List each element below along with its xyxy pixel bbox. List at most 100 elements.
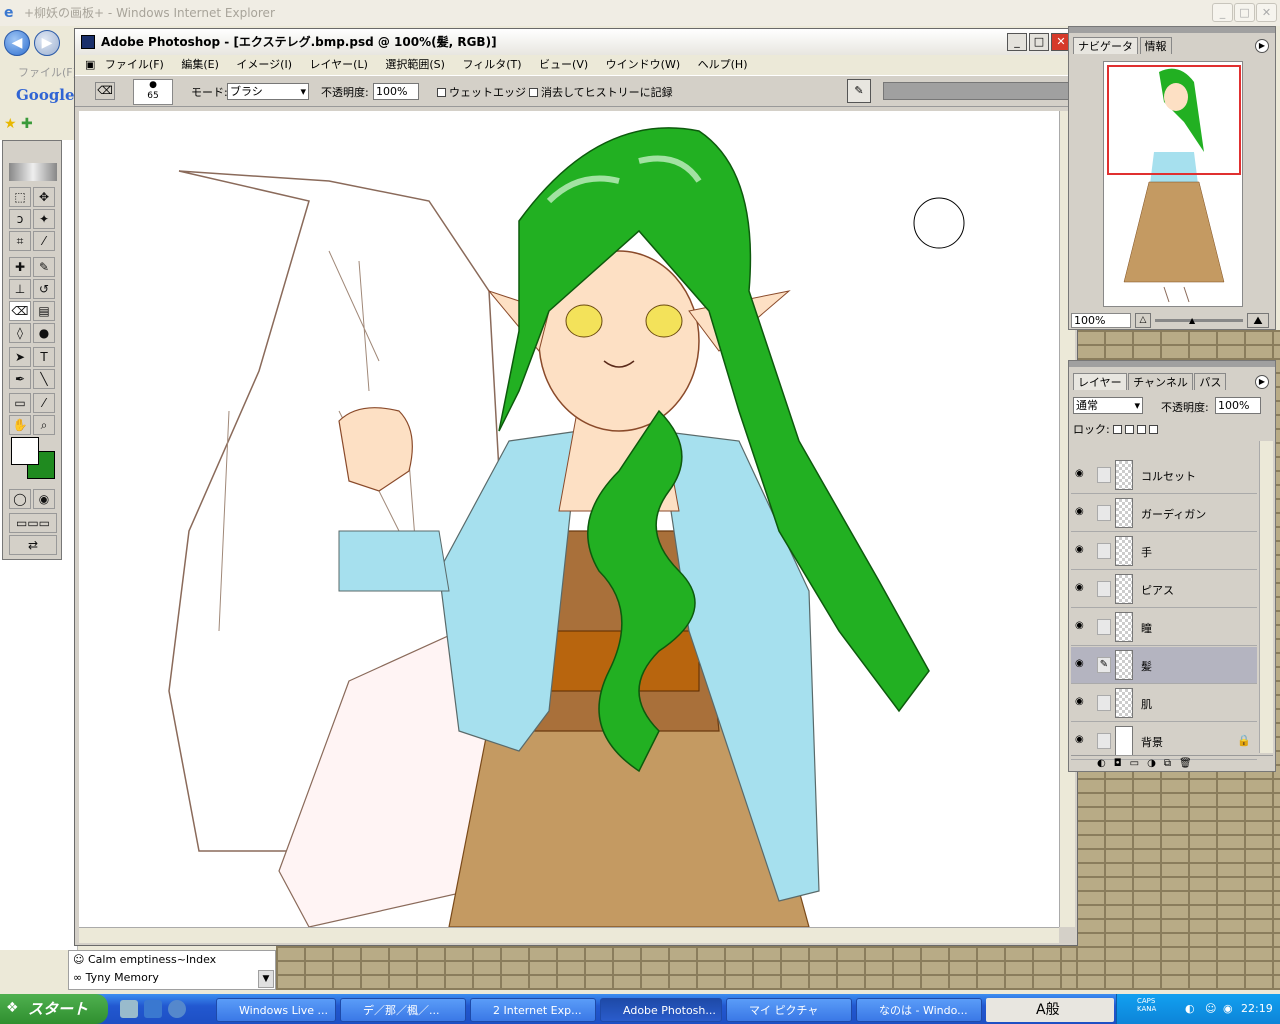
eye-icon[interactable]: ◉ xyxy=(1075,469,1089,479)
lock-all-icon[interactable] xyxy=(1149,425,1159,434)
eraser-tool-icon[interactable]: ⌫ xyxy=(9,301,31,321)
ps-minimize-button[interactable]: _ xyxy=(1007,33,1027,51)
link-icon[interactable] xyxy=(1097,581,1111,597)
layer-row-selected[interactable]: ◉ ✎ 髪 xyxy=(1071,647,1257,684)
blur-tool-icon[interactable]: ◊ xyxy=(9,323,31,343)
eyedropper-icon[interactable]: ⁄ xyxy=(33,393,55,413)
zoom-slider[interactable] xyxy=(1155,319,1243,322)
brush-preset-picker[interactable]: ● 65 xyxy=(133,79,173,105)
move-tool-icon[interactable]: ✥ xyxy=(33,187,55,207)
line-tool-icon[interactable]: ╲ xyxy=(33,369,55,389)
navigator-view-box[interactable] xyxy=(1107,65,1241,175)
slice-tool-icon[interactable]: ⁄ xyxy=(33,231,55,251)
volume-icon[interactable]: ◐ xyxy=(1185,994,1195,1024)
layer-opacity-field[interactable]: 100% xyxy=(1215,397,1261,414)
link-icon[interactable] xyxy=(1097,619,1111,635)
tab-info[interactable]: 情報 xyxy=(1139,37,1172,54)
menu-help[interactable]: ヘルプ(H) xyxy=(698,58,748,71)
messenger-icon[interactable]: ☺ xyxy=(1205,994,1216,1024)
clone-stamp-icon[interactable]: ⊥ xyxy=(9,279,31,299)
task-folder[interactable]: デ／那／楓／... xyxy=(340,998,466,1022)
brush-icon[interactable]: ✎ xyxy=(1097,657,1111,673)
menu-layer[interactable]: レイヤー(L) xyxy=(309,58,367,71)
link-icon[interactable] xyxy=(1097,467,1111,483)
layer-row[interactable]: ◉ 肌 xyxy=(1071,685,1257,722)
ie-minimize-button[interactable]: _ xyxy=(1212,3,1233,22)
mode-select[interactable]: ブラシ ▾ xyxy=(227,83,309,100)
eye-icon[interactable]: ◉ xyxy=(1075,659,1089,669)
zoom-in-icon[interactable]: ⛰ xyxy=(1247,313,1269,328)
eye-icon[interactable]: ◉ xyxy=(1075,735,1089,745)
quickmask-mode-icon[interactable]: ◉ xyxy=(33,489,55,509)
jump-to-imageready-icon[interactable]: ⇄ xyxy=(9,535,57,555)
opacity-field[interactable]: 100% xyxy=(373,83,419,100)
crop-tool-icon[interactable]: ⌗ xyxy=(9,231,31,251)
panel-grip[interactable] xyxy=(1069,361,1275,367)
hand-tool-icon[interactable]: ✋ xyxy=(9,415,31,435)
ie-close-button[interactable]: ✕ xyxy=(1256,3,1277,22)
navigator-thumbnail[interactable] xyxy=(1103,61,1243,307)
notes-tool-icon[interactable]: ▭ xyxy=(9,393,31,413)
favorites-star-icon[interactable]: ★ ✚ xyxy=(4,116,33,132)
task-photoshop[interactable]: Adobe Photosh... xyxy=(600,998,722,1022)
tab-paths[interactable]: パス xyxy=(1194,373,1227,390)
erase-history-checkbox[interactable]: 消去してヒストリーに記録 xyxy=(529,84,673,100)
foreground-color-swatch[interactable] xyxy=(11,437,39,465)
new-group-icon[interactable]: ▭ xyxy=(1130,758,1147,769)
panel-menu-icon[interactable]: ▶ xyxy=(1255,39,1269,53)
eye-icon[interactable]: ◉ xyxy=(1075,583,1089,593)
eye-icon[interactable]: ◉ xyxy=(1075,621,1089,631)
eye-icon[interactable]: ◉ xyxy=(1075,545,1089,555)
security-icon[interactable]: ◉ xyxy=(1223,994,1233,1024)
menu-edit[interactable]: 編集(E) xyxy=(181,58,219,71)
marquee-tool-icon[interactable]: ⬚ xyxy=(9,187,31,207)
ie-scroll-down-button[interactable]: ▼ xyxy=(258,970,274,988)
layers-scrollbar[interactable] xyxy=(1259,441,1273,753)
lock-image-icon[interactable] xyxy=(1125,425,1135,434)
palette-well[interactable] xyxy=(883,82,1073,100)
forward-icon[interactable]: ▶ xyxy=(34,30,60,56)
media-quicklaunch-icon[interactable] xyxy=(168,1000,186,1018)
layer-row[interactable]: ◉ 瞳 xyxy=(1071,609,1257,646)
layer-mask-icon[interactable]: ◘ xyxy=(1114,758,1130,769)
eraser-icon[interactable]: ⌫ xyxy=(95,82,115,100)
link-icon[interactable] xyxy=(1097,505,1111,521)
eye-icon[interactable]: ◉ xyxy=(1075,697,1089,707)
back-icon[interactable]: ◀ xyxy=(4,30,30,56)
lock-position-icon[interactable] xyxy=(1137,425,1147,434)
adjustment-layer-icon[interactable]: ◑ xyxy=(1147,758,1164,769)
task-nanoha[interactable]: なのは - Windo... xyxy=(856,998,982,1022)
layer-row[interactable]: ◉ 手 xyxy=(1071,533,1257,570)
zoom-tool-icon[interactable]: ⌕ xyxy=(33,415,55,435)
menu-window[interactable]: ウインドウ(W) xyxy=(606,58,680,71)
dodge-tool-icon[interactable]: ● xyxy=(33,323,55,343)
layer-row[interactable]: ◉ ガーディガン xyxy=(1071,495,1257,532)
language-bar[interactable]: A般 xyxy=(986,998,1114,1022)
new-layer-icon[interactable]: ⧉ xyxy=(1164,758,1179,769)
task-windows-live[interactable]: Windows Live ... xyxy=(216,998,336,1022)
brush-tool-icon[interactable]: ✎ xyxy=(33,257,55,277)
document-canvas[interactable] xyxy=(79,111,1059,927)
tab-navigator[interactable]: ナビゲータ xyxy=(1073,37,1138,54)
link-icon[interactable] xyxy=(1097,695,1111,711)
eye-icon[interactable]: ◉ xyxy=(1075,507,1089,517)
healing-brush-icon[interactable]: ✚ xyxy=(9,257,31,277)
menu-image[interactable]: イメージ(I) xyxy=(236,58,292,71)
layer-row[interactable]: ◉ ピアス xyxy=(1071,571,1257,608)
list-item[interactable]: ∞ Tyny Memory xyxy=(69,969,275,987)
lock-transparency-icon[interactable] xyxy=(1113,425,1123,434)
standard-mode-icon[interactable]: ◯ xyxy=(9,489,31,509)
ie-menu-file[interactable]: ファイル(F) xyxy=(18,64,77,80)
google-toolbar-logo[interactable]: Google xyxy=(16,86,75,104)
gradient-tool-icon[interactable]: ▤ xyxy=(33,301,55,321)
menu-select[interactable]: 選択範囲(S) xyxy=(385,58,445,71)
lasso-tool-icon[interactable]: ↄ xyxy=(9,209,31,229)
layer-row[interactable]: ◉ コルセット xyxy=(1071,457,1257,494)
tab-channels[interactable]: チャンネル xyxy=(1128,373,1193,390)
magic-wand-icon[interactable]: ✦ xyxy=(33,209,55,229)
type-tool-icon[interactable]: T xyxy=(33,347,55,367)
history-brush-icon[interactable]: ↺ xyxy=(33,279,55,299)
airbrush-icon[interactable]: ✎ xyxy=(847,79,871,103)
ie-quicklaunch-icon[interactable] xyxy=(144,1000,162,1018)
list-item[interactable]: ☺ Calm emptiness~Index xyxy=(69,951,275,969)
